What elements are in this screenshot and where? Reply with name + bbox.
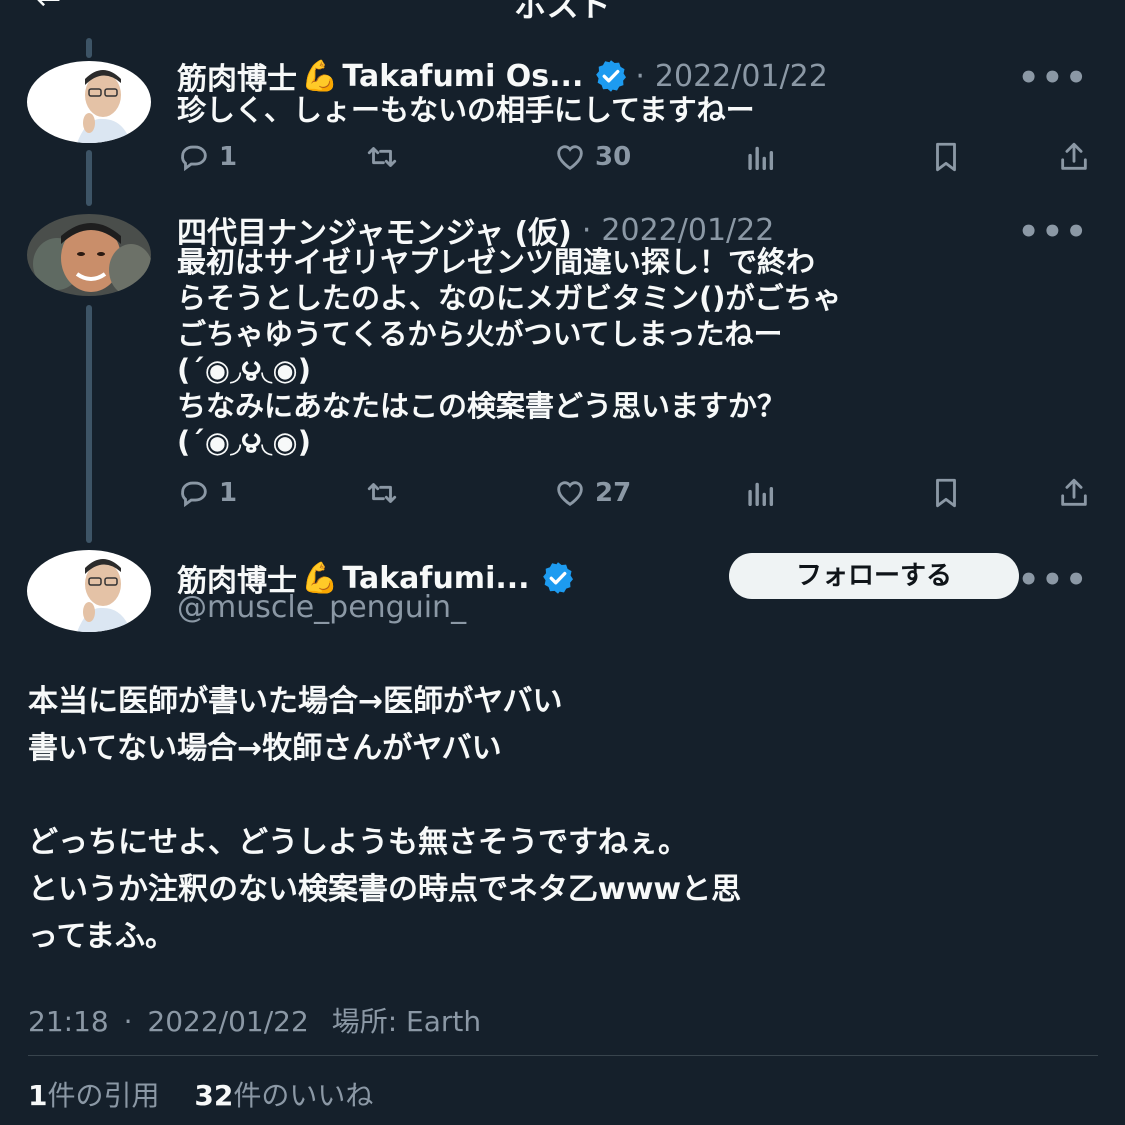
like-count: 30: [595, 142, 632, 172]
likes-label: 件のいいね: [233, 1079, 374, 1112]
tweet-actions: 1 27: [177, 476, 1092, 512]
tweet-date[interactable]: 2022/01/22: [601, 213, 774, 248]
share-button[interactable]: [1057, 476, 1099, 510]
quotes-count: 1: [28, 1079, 48, 1112]
avatar-image: [27, 61, 151, 143]
views-button[interactable]: [743, 476, 785, 510]
avatar[interactable]: [27, 550, 151, 632]
user-handle[interactable]: @muscle_penguin_: [177, 590, 466, 625]
bookmark-button[interactable]: [929, 476, 971, 510]
analytics-icon: [748, 146, 774, 171]
separator-dot: ·: [123, 1005, 133, 1038]
follow-button[interactable]: フォローする: [729, 553, 1019, 599]
bookmark-icon: [936, 142, 956, 172]
retweet-icon: [367, 147, 397, 167]
avatar[interactable]: [27, 61, 151, 143]
share-icon: [1061, 142, 1087, 170]
flexed-biceps-icon: 💪: [301, 58, 339, 94]
verified-badge-icon: [542, 562, 573, 594]
retweet-icon: [367, 483, 397, 503]
reply-icon: [181, 145, 207, 172]
heart-icon: [557, 481, 583, 507]
quotes-label: 件の引用: [47, 1079, 160, 1112]
tweet-meta: 21:18 · 2022/01/22 場所: Earth: [28, 1000, 481, 1040]
tweet-text: 珍しく、しょーもないの相手にしてますねー: [177, 93, 755, 127]
like-count: 27: [595, 478, 632, 508]
thread-line: [86, 38, 92, 58]
likes-count: 32: [194, 1079, 234, 1112]
page-title: ポスト: [514, 0, 611, 24]
tweet-location: 場所: Earth: [331, 1005, 482, 1038]
quotes-link[interactable]: 1件の引用: [28, 1079, 160, 1112]
like-button[interactable]: 30: [553, 140, 631, 174]
post-detail-page: ← ポスト 筋肉博士 💪 Takafumi Os...: [0, 0, 1125, 1125]
views-button[interactable]: [743, 140, 785, 174]
reply-count: 1: [219, 142, 238, 172]
share-button[interactable]: [1057, 140, 1099, 174]
like-button[interactable]: 27: [553, 476, 631, 510]
separator-dot: ·: [635, 58, 645, 94]
tweet-date[interactable]: 2022/01/22: [147, 1005, 308, 1038]
avatar-image: [27, 214, 151, 296]
verified-badge-icon: [596, 60, 627, 92]
likes-link[interactable]: 32件のいいね: [194, 1079, 373, 1112]
thread-line: [86, 305, 92, 543]
more-options-icon[interactable]: •••: [1018, 560, 1089, 600]
display-name-suffix[interactable]: Takafumi Os...: [342, 59, 583, 94]
tweet-actions: 1 30: [177, 140, 1092, 176]
avatar-image: [27, 550, 151, 632]
separator-dot: ·: [581, 212, 592, 248]
tweet-date[interactable]: 2022/01/22: [655, 59, 828, 94]
bookmark-icon: [936, 478, 956, 508]
thread-line: [86, 150, 92, 206]
reply-icon: [181, 481, 207, 508]
bookmark-button[interactable]: [929, 140, 971, 174]
analytics-icon: [748, 482, 774, 507]
main-tweet-text: 本当に医師が書いた場合→医師がヤバい 書いてない場合→牧師さんがヤバい どっちに…: [28, 684, 742, 954]
share-icon: [1061, 478, 1087, 506]
reply-count: 1: [219, 478, 238, 508]
heart-icon: [557, 145, 583, 171]
tweet-stats: 1件の引用 32件のいいね: [28, 1074, 373, 1114]
reply-button[interactable]: 1: [177, 476, 237, 510]
retweet-button[interactable]: [365, 476, 407, 510]
reply-button[interactable]: 1: [177, 140, 237, 174]
top-header: ← ポスト: [0, 0, 1125, 24]
avatar[interactable]: [27, 214, 151, 296]
tweet-time[interactable]: 21:18: [28, 1005, 109, 1038]
tweet-text: 最初はサイゼリヤプレゼンツ間違い探し！で終わ らそうとしたのよ、なのにメガビタミ…: [177, 245, 842, 459]
divider: [28, 1055, 1098, 1056]
retweet-button[interactable]: [365, 140, 407, 174]
